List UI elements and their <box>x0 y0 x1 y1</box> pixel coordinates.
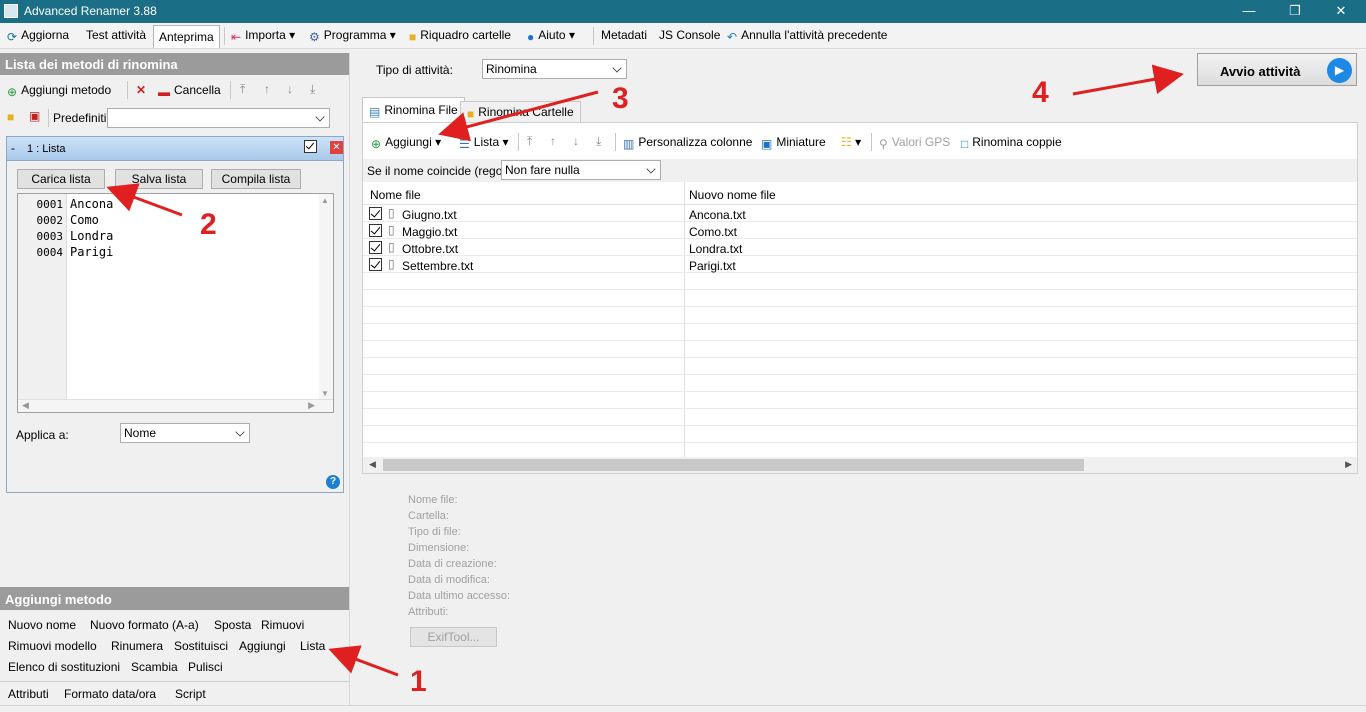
annotation-4: 4 <box>1032 76 1049 109</box>
annotation-3: 3 <box>612 82 629 115</box>
arrow-1 <box>328 645 399 677</box>
annotation-1: 1 <box>410 665 427 698</box>
arrow-2 <box>106 183 183 217</box>
arrow-4 <box>1072 64 1184 96</box>
annotation-2: 2 <box>200 208 217 241</box>
annotation-overlay <box>106 64 1184 677</box>
arrow-3 <box>438 90 599 142</box>
